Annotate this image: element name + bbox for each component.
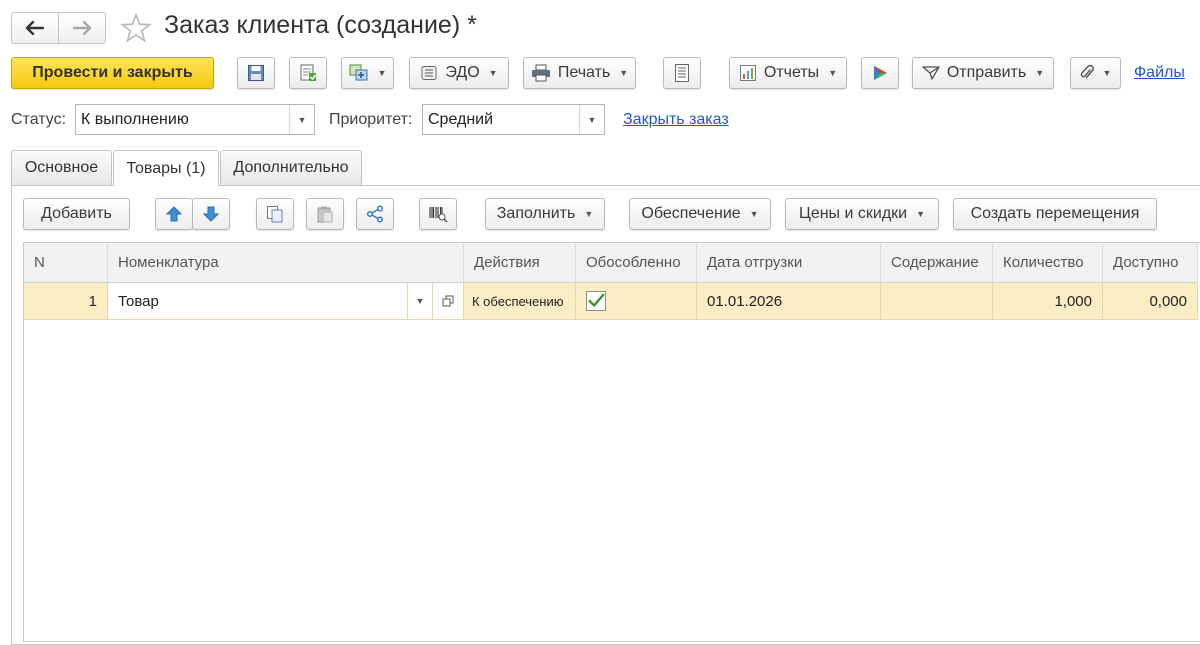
create-transfers-button[interactable]: Создать перемещения (953, 198, 1157, 230)
column-header-content[interactable]: Содержание (881, 243, 993, 283)
status-value: К выполнению (81, 110, 189, 128)
chevron-down-icon: ▼ (584, 209, 594, 219)
column-header-available[interactable]: Доступно (1103, 243, 1198, 283)
column-header-item[interactable]: Номенклатура (108, 243, 464, 283)
paste-button[interactable] (306, 198, 344, 230)
cell-quantity[interactable]: 1,000 (993, 283, 1103, 320)
share-icon (366, 205, 384, 223)
column-header-ship-date[interactable]: Дата отгрузки (697, 243, 881, 283)
print-button-label: Печать (557, 64, 611, 81)
post-and-close-button[interactable]: Провести и закрыть (11, 57, 214, 89)
printer-icon (531, 64, 551, 82)
edo-icon (420, 65, 438, 81)
send-plane-icon (922, 65, 940, 81)
print-button[interactable]: Печать ▼ (523, 57, 636, 89)
cell-n[interactable]: 1 (24, 283, 108, 320)
column-header-n[interactable]: N (24, 243, 108, 283)
arrow-left-icon (25, 21, 45, 35)
cell-action[interactable]: К обеспечению (464, 283, 576, 320)
play-colored-icon (871, 64, 889, 82)
share-button[interactable] (356, 198, 394, 230)
cell-available[interactable]: 0,000 (1103, 283, 1198, 320)
save-icon (247, 64, 265, 82)
reports-button-label: Отчеты (763, 64, 820, 81)
arrow-up-icon (166, 205, 182, 223)
back-button[interactable] (11, 12, 59, 44)
post-document-icon (299, 63, 317, 83)
arrow-down-icon (203, 205, 219, 223)
provision-button[interactable]: Обеспечение ▼ (629, 198, 771, 230)
move-down-button[interactable] (192, 198, 230, 230)
prices-discounts-button[interactable]: Цены и скидки ▼ (785, 198, 939, 230)
chevron-down-icon: ▼ (619, 68, 629, 78)
prices-button-label: Цены и скидки (798, 205, 908, 222)
checkbox-checked-icon[interactable] (586, 291, 606, 311)
chevron-down-icon[interactable]: ▼ (289, 105, 314, 134)
create-based-on-icon (349, 64, 369, 82)
copy-button[interactable] (256, 198, 294, 230)
send-button-label: Отправить (946, 64, 1027, 81)
paste-icon (316, 205, 334, 223)
column-header-actions[interactable]: Действия (464, 243, 576, 283)
attachments-button[interactable]: ▼ (1070, 57, 1121, 89)
document-list-icon (674, 63, 690, 83)
fill-button-label: Заполнить (496, 205, 576, 222)
page-title: Заказ клиента (создание) * (164, 11, 477, 39)
priority-field[interactable]: Средний ▼ (422, 104, 605, 135)
favorite-star-icon[interactable] (120, 12, 152, 44)
cell-content[interactable] (881, 283, 993, 320)
cell-item-input[interactable]: Товар (108, 283, 408, 320)
chevron-down-icon[interactable]: ▼ (408, 283, 433, 320)
document-journal-button[interactable] (663, 57, 701, 89)
create-based-on-button[interactable]: ▼ (341, 57, 394, 89)
chevron-down-icon: ▼ (1102, 68, 1112, 78)
add-button[interactable]: Добавить (23, 198, 130, 230)
post-button[interactable] (289, 57, 327, 89)
tab-additional[interactable]: Дополнительно (220, 150, 362, 185)
chevron-down-icon: ▼ (488, 68, 498, 78)
fill-button[interactable]: Заполнить ▼ (485, 198, 605, 230)
save-button[interactable] (237, 57, 275, 89)
cell-separate[interactable] (576, 283, 697, 320)
chevron-down-icon[interactable]: ▼ (579, 105, 604, 134)
status-label: Статус: (11, 111, 67, 128)
provision-button-label: Обеспечение (641, 205, 741, 222)
chevron-down-icon: ▼ (1035, 68, 1045, 78)
priority-label: Приоритет: (329, 111, 413, 128)
forward-button[interactable] (58, 12, 106, 44)
arrow-right-icon (72, 21, 92, 35)
chevron-down-icon: ▼ (377, 68, 387, 78)
barcode-search-button[interactable] (419, 198, 457, 230)
connector-button[interactable] (861, 57, 899, 89)
column-header-quantity[interactable]: Количество (993, 243, 1103, 283)
move-up-button[interactable] (155, 198, 193, 230)
status-field[interactable]: К выполнению ▼ (75, 104, 315, 135)
paperclip-icon (1080, 64, 1094, 82)
reports-button[interactable]: Отчеты ▼ (729, 57, 847, 89)
reports-icon (739, 64, 757, 82)
cell-ship-date[interactable]: 01.01.2026 (697, 283, 881, 320)
close-order-link[interactable]: Закрыть заказ (623, 111, 729, 129)
priority-value: Средний (428, 110, 494, 128)
tab-goods[interactable]: Товары (1) (113, 150, 219, 186)
files-link[interactable]: Файлы (1134, 64, 1185, 82)
open-item-button[interactable] (433, 283, 464, 320)
open-window-icon (442, 295, 454, 307)
send-button[interactable]: Отправить ▼ (912, 57, 1054, 89)
chevron-down-icon: ▼ (916, 209, 926, 219)
tab-main[interactable]: Основное (11, 150, 112, 185)
edo-button-label: ЭДО (445, 64, 480, 81)
copy-icon (266, 205, 284, 223)
edo-button[interactable]: ЭДО ▼ (409, 57, 509, 89)
chevron-down-icon: ▼ (828, 68, 838, 78)
barcode-icon (428, 205, 448, 223)
column-header-separate[interactable]: Обособленно (576, 243, 697, 283)
chevron-down-icon: ▼ (749, 209, 759, 219)
